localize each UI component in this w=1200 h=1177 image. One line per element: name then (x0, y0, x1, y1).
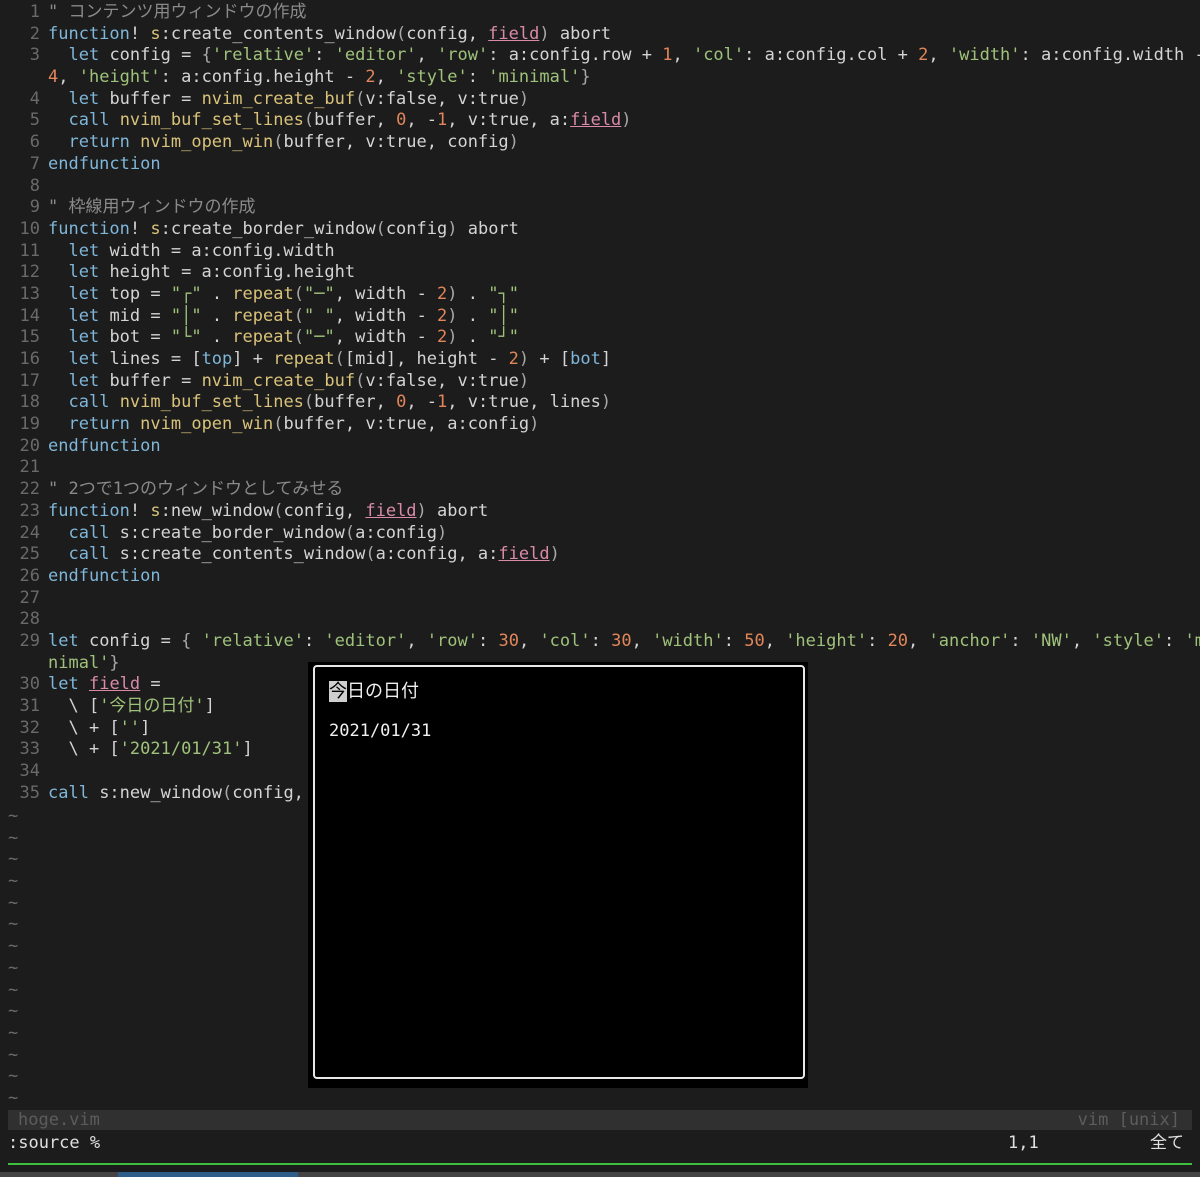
command-text: :source % (8, 1133, 101, 1153)
popup-title: 今日の日付 (329, 681, 419, 702)
cursor-position: 1,1 (1008, 1133, 1039, 1153)
scroll-percent: 全て (1150, 1133, 1184, 1153)
code-line: 19 return nvim_open_win(buffer, v:true, … (19, 414, 540, 435)
terminal-tabbar (0, 1172, 1200, 1177)
code-line: 27 (19, 587, 40, 608)
code-line: 4 let buffer = nvim_create_buf(v:false, … (29, 88, 530, 109)
code-line: 6 return nvim_open_win(buffer, v:true, c… (29, 132, 519, 153)
code-line: 16 let lines = [top] + repeat([mid], hei… (19, 349, 612, 369)
code-line: 10 function! s:create_border_window(confi… (19, 218, 519, 239)
code-line: 18 call nvim_buf_set_lines(buffer, 0, -1… (19, 392, 612, 413)
active-tab-indicator[interactable] (118, 1172, 298, 1177)
code-line: 8 (29, 175, 40, 196)
code-line: 9 " 枠線用ウィンドウの作成 (29, 197, 256, 218)
code-line: 2 function! s:create_contents_window(conf… (29, 23, 612, 44)
empty-line-markers: ~ ~ ~ ~ ~ ~ ~ ~ ~ ~ ~ ~ ~ ~ (8, 806, 19, 1108)
code-line: 23 function! s:new_window(config, field) … (19, 500, 489, 521)
command-line[interactable]: :source % 1,1 全て (8, 1132, 1192, 1154)
code-line: 12 let height = a:config.height (19, 262, 356, 283)
statusline: hoge.vim vim [unix] (8, 1110, 1192, 1130)
code-line: 17 let buffer = nvim_create_buf(v:false,… (19, 370, 530, 391)
code-line: 13 let top = "┌" . repeat("─", width - 2… (19, 283, 519, 304)
text-cursor: 今 (329, 681, 347, 702)
code-line: 5 call nvim_buf_set_lines(buffer, 0, -1,… (29, 110, 632, 131)
code-line: 14 let mid = "│" . repeat(" ", width - 2… (19, 305, 519, 326)
code-line: 11 let width = a:config.width (19, 240, 335, 261)
code-line: 3 let config = {'relative': 'editor', 'r… (29, 45, 1200, 66)
code-line: 28 (19, 609, 40, 630)
code-line: 21 (19, 457, 40, 478)
statusline-filename: hoge.vim (18, 1110, 100, 1130)
code-line: 29 let config = { 'relative': 'editor', '… (19, 630, 1200, 651)
code-line: 1 " コンテンツ用ウィンドウの作成 (29, 2, 307, 22)
floating-window[interactable]: 今日の日付 2021/01/31 (313, 665, 805, 1079)
code-line: 26 endfunction (19, 565, 161, 586)
code-line: 24 call s:create_border_window(a:config) (19, 522, 448, 543)
code-line: 7 endfunction (29, 153, 161, 174)
code-line: 15 let bot = "└" . repeat("─", width - 2… (19, 327, 519, 348)
statusline-fileinfo: vim [unix] (1077, 1110, 1180, 1130)
code-line: 25 call s:create_contents_window(a:confi… (19, 544, 560, 565)
code-line-wrap: 4, 'height': a:config.height - 2, 'style… (48, 67, 591, 88)
code-line: 22 " 2つで1つのウィンドウとしてみせる (19, 479, 344, 500)
popup-date: 2021/01/31 (329, 721, 432, 741)
terminal-divider (8, 1163, 1192, 1165)
code-line: 20 endfunction (19, 435, 161, 456)
